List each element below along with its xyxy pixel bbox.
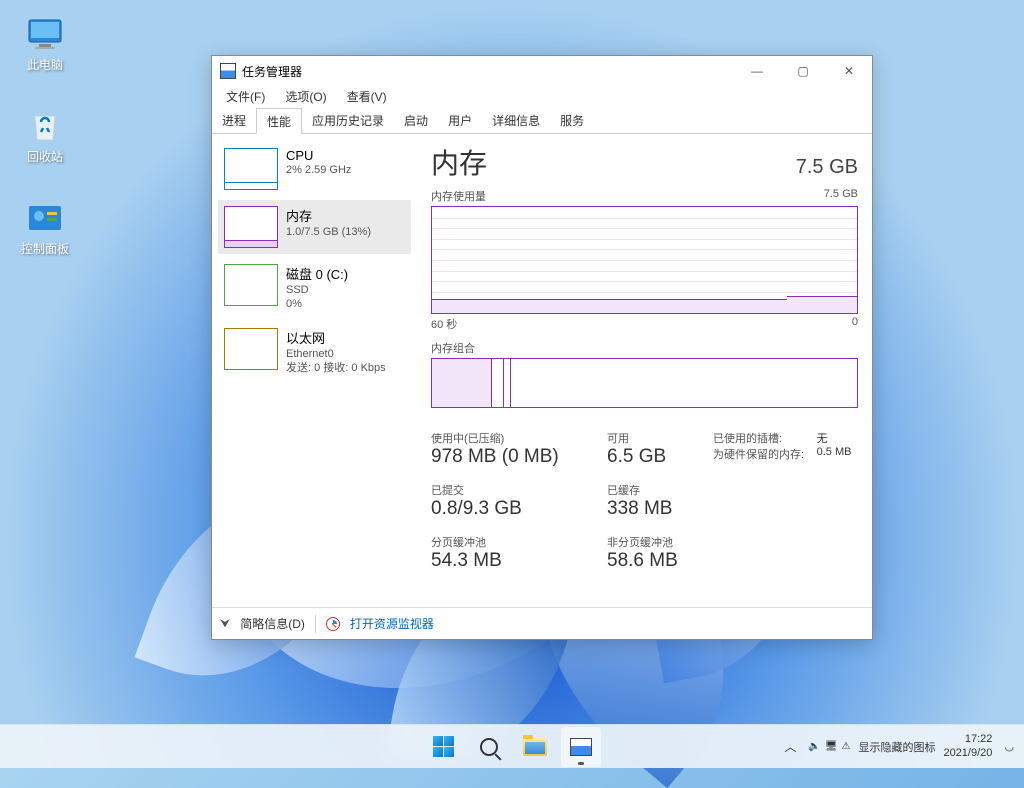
- sidebar-item-detail: 1.0/7.5 GB (13%): [286, 225, 371, 239]
- tab-details[interactable]: 详细信息: [482, 108, 550, 133]
- memory-capacity: 7.5 GB: [796, 156, 858, 179]
- folder-icon: [523, 738, 547, 756]
- tab-startup[interactable]: 启动: [394, 108, 438, 133]
- tab-app-history[interactable]: 应用历史记录: [302, 108, 394, 133]
- menu-file[interactable]: 文件(F): [216, 86, 275, 108]
- sidebar-item-title: 以太网: [286, 328, 386, 347]
- sidebar-item-cpu[interactable]: CPU 2% 2.59 GHz: [218, 142, 411, 196]
- desktop-icon-control-panel[interactable]: 控制面板: [8, 192, 82, 262]
- stat-value: 无: [817, 430, 858, 446]
- performance-sidebar: CPU 2% 2.59 GHz 内存 1.0/7.5 GB (13%) 磁盘 0…: [212, 134, 417, 607]
- stat-value: 0.8/9.3 GB: [431, 498, 601, 520]
- clock[interactable]: 17:22 2021/9/20: [943, 733, 992, 759]
- app-icon: [220, 63, 236, 79]
- sidebar-item-detail: 发送: 0 接收: 0 Kbps: [286, 361, 386, 375]
- time: 17:22: [943, 733, 992, 746]
- search-button[interactable]: [469, 727, 509, 767]
- task-manager-taskbar-button[interactable]: [561, 727, 601, 767]
- stat-value: 978 MB (0 MB): [431, 446, 601, 468]
- sidebar-item-ethernet[interactable]: 以太网 Ethernet0 发送: 0 接收: 0 Kbps: [218, 322, 411, 382]
- sidebar-item-detail: 0%: [286, 297, 348, 311]
- close-button[interactable]: ✕: [826, 56, 872, 86]
- taskbar: ︿ 🔈 🖥 ⚠ 显示隐藏的图标 17:22 2021/9/20 ◡: [0, 724, 1024, 768]
- memory-stats: 使用中(已压缩)978 MB (0 MB) 可用6.5 GB 已使用的插槽:为硬…: [431, 430, 858, 572]
- stat-label: 非分页缓冲池: [607, 534, 707, 550]
- stat-label: 为硬件保留的内存:: [713, 446, 811, 462]
- stat-value: 58.6 MB: [607, 550, 707, 572]
- stat-label: 已提交: [431, 482, 601, 498]
- collapse-button[interactable]: 简略信息(D): [240, 615, 305, 632]
- sidebar-item-disk[interactable]: 磁盘 0 (C:) SSD 0%: [218, 258, 411, 318]
- file-explorer-button[interactable]: [515, 727, 555, 767]
- stat-label: 已缓存: [607, 482, 707, 498]
- sidebar-item-memory[interactable]: 内存 1.0/7.5 GB (13%): [218, 200, 411, 254]
- axis-right: 0: [852, 316, 858, 332]
- control-panel-icon: [25, 198, 65, 238]
- stat-value: 0.5 MB: [817, 446, 858, 458]
- desktop-icon-label: 此电脑: [27, 56, 63, 73]
- desktop-icon-this-pc[interactable]: 此电脑: [8, 8, 82, 78]
- tab-performance[interactable]: 性能: [256, 108, 302, 134]
- resource-monitor-icon: [326, 617, 340, 631]
- tray-icon[interactable]: 🖥: [825, 741, 838, 752]
- tab-services[interactable]: 服务: [550, 108, 594, 133]
- hidden-icons-label: 显示隐藏的图标: [858, 739, 935, 755]
- search-icon: [480, 738, 498, 756]
- usage-chart-max: 7.5 GB: [824, 188, 858, 204]
- desktop-icon-label: 回收站: [27, 148, 63, 165]
- start-button[interactable]: [423, 727, 463, 767]
- sidebar-item-detail: 2% 2.59 GHz: [286, 163, 351, 177]
- tab-processes[interactable]: 进程: [212, 108, 256, 133]
- recycle-bin-icon: [25, 106, 65, 146]
- system-tray[interactable]: 🔈 🖥 ⚠: [808, 741, 850, 752]
- collapse-arrow-icon: ⮟: [220, 616, 230, 631]
- window-title: 任务管理器: [242, 63, 734, 80]
- sidebar-item-detail: SSD: [286, 283, 348, 297]
- axis-left: 60 秒: [431, 316, 457, 332]
- stat-value: 338 MB: [607, 498, 707, 520]
- sidebar-item-title: 磁盘 0 (C:): [286, 264, 348, 283]
- memory-composition-chart: [431, 358, 858, 408]
- divider: [315, 615, 316, 633]
- desktop-icon-label: 控制面板: [21, 240, 69, 257]
- tray-icon[interactable]: 🔈: [808, 741, 820, 752]
- task-manager-window: 任务管理器 — ▢ ✕ 文件(F) 选项(O) 查看(V) 进程 性能 应用历史…: [211, 55, 873, 640]
- page-title: 内存: [431, 142, 487, 182]
- desktop-icon-recycle-bin[interactable]: 回收站: [8, 100, 82, 170]
- task-manager-icon: [570, 738, 592, 756]
- pc-icon: [25, 14, 65, 54]
- minimize-button[interactable]: —: [734, 56, 780, 86]
- maximize-button[interactable]: ▢: [780, 56, 826, 86]
- stat-label: 分页缓冲池: [431, 534, 601, 550]
- cpu-thumbnail: [224, 148, 278, 190]
- ethernet-thumbnail: [224, 328, 278, 370]
- disk-thumbnail: [224, 264, 278, 306]
- menu-view[interactable]: 查看(V): [337, 86, 397, 108]
- stat-label: 可用: [607, 430, 707, 446]
- memory-thumbnail: [224, 206, 278, 248]
- tabbar: 进程 性能 应用历史记录 启动 用户 详细信息 服务: [212, 108, 872, 134]
- composition-label: 内存组合: [431, 340, 858, 356]
- menubar: 文件(F) 选项(O) 查看(V): [212, 86, 872, 108]
- window-footer: ⮟ 简略信息(D) 打开资源监视器: [212, 607, 872, 639]
- performance-main: 内存 7.5 GB 内存使用量 7.5 GB 60 秒 0 内存组合: [417, 134, 872, 607]
- stat-value: 54.3 MB: [431, 550, 601, 572]
- sidebar-item-detail: Ethernet0: [286, 347, 386, 361]
- menu-options[interactable]: 选项(O): [275, 86, 336, 108]
- sidebar-item-title: 内存: [286, 206, 371, 225]
- tray-icon[interactable]: ⚠: [841, 741, 850, 752]
- notification-center-button[interactable]: ◡: [1000, 736, 1018, 757]
- usage-chart-label: 内存使用量: [431, 188, 486, 204]
- stat-label: 使用中(已压缩): [431, 430, 601, 446]
- sidebar-item-title: CPU: [286, 148, 351, 163]
- date: 2021/9/20: [943, 747, 992, 760]
- stat-value: 6.5 GB: [607, 446, 707, 468]
- resource-monitor-link[interactable]: 打开资源监视器: [350, 615, 434, 632]
- stat-label: 已使用的插槽:: [713, 430, 811, 446]
- show-hidden-icons-button[interactable]: ︿: [780, 734, 800, 759]
- tab-users[interactable]: 用户: [438, 108, 482, 133]
- titlebar[interactable]: 任务管理器 — ▢ ✕: [212, 56, 872, 86]
- windows-logo-icon: [433, 736, 454, 757]
- memory-usage-chart: [431, 206, 858, 314]
